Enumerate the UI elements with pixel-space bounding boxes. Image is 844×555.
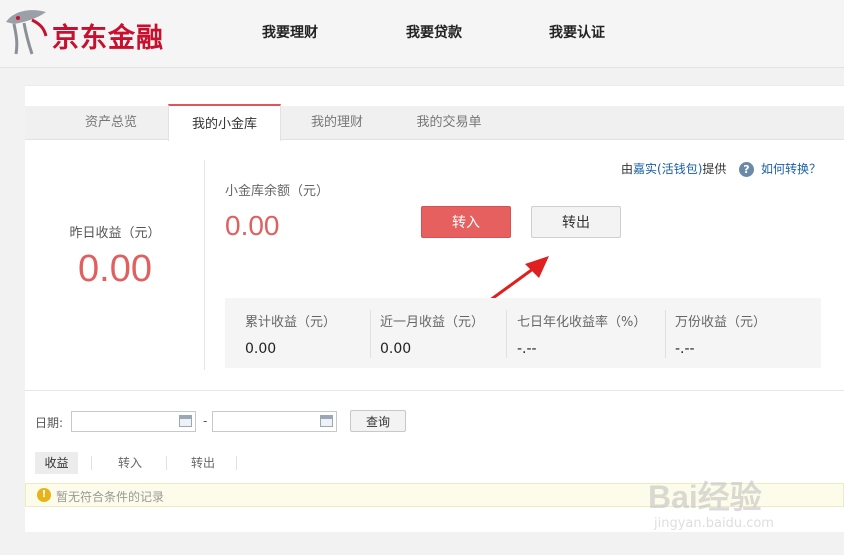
filter-tab-transfer-out[interactable]: 转出 bbox=[181, 452, 225, 474]
vault-balance-value: 0.00 bbox=[225, 210, 280, 241]
stat-value: -.-- bbox=[675, 341, 695, 357]
nav-invest[interactable]: 我要理财 bbox=[262, 22, 318, 42]
filter-tab-divider bbox=[91, 456, 92, 470]
notice-text: 暂无符合条件的记录 bbox=[56, 490, 165, 504]
watermark-url: jingyan.baidu.com bbox=[654, 516, 774, 531]
provider-note: 由嘉实(活钱包)提供 bbox=[621, 160, 726, 177]
date-separator: - bbox=[203, 414, 208, 428]
warning-icon: ! bbox=[37, 488, 51, 502]
query-button[interactable]: 查询 bbox=[350, 410, 406, 432]
yesterday-earnings-panel: 昨日收益（元） 0.00 bbox=[25, 160, 205, 370]
earnings-stats: 累计收益（元） 0.00 近一月收益（元） 0.00 七日年化收益率（%） -.… bbox=[225, 298, 821, 368]
filter-tab-divider bbox=[236, 456, 237, 470]
section-divider bbox=[25, 390, 844, 391]
tab-asset-overview[interactable]: 资产总览 bbox=[53, 106, 169, 140]
filter-tab-transfer-in[interactable]: 转入 bbox=[107, 452, 153, 474]
account-panel: 资产总览 我的小金库 我的理财 我的交易单 昨日收益（元） 0.00 由嘉实(活… bbox=[25, 85, 844, 532]
nav-loan[interactable]: 我要贷款 bbox=[406, 22, 462, 42]
date-to-input[interactable] bbox=[212, 411, 337, 432]
stat-per-ten-thousand: 万份收益（元） -.-- bbox=[655, 298, 805, 368]
logo-mark-icon bbox=[6, 10, 48, 55]
filter-tab-earnings[interactable]: 收益 bbox=[35, 452, 78, 474]
baidu-jingyan-watermark: Bai经验 jingyan.baidu.com bbox=[648, 470, 838, 540]
provider-prefix: 由 bbox=[621, 162, 634, 176]
stat-label: 七日年化收益率（%） bbox=[517, 315, 647, 330]
date-from-input[interactable] bbox=[71, 411, 196, 432]
yesterday-earnings-label: 昨日收益（元） bbox=[69, 226, 161, 241]
yesterday-earnings-value: 0.00 bbox=[78, 248, 152, 290]
nav-verify[interactable]: 我要认证 bbox=[549, 22, 605, 42]
watermark-brand: Bai经验 bbox=[648, 479, 762, 515]
stat-label: 近一月收益（元） bbox=[380, 315, 485, 330]
calendar-icon[interactable] bbox=[320, 415, 333, 427]
stat-label: 累计收益（元） bbox=[245, 315, 337, 330]
logo-text: 京东金融 bbox=[52, 23, 164, 54]
stat-cumulative: 累计收益（元） 0.00 bbox=[225, 298, 370, 368]
how-to-convert-link[interactable]: 如何转换？ bbox=[761, 160, 821, 177]
tab-my-transactions[interactable]: 我的交易单 bbox=[393, 106, 505, 140]
stat-value: 0.00 bbox=[245, 341, 277, 357]
account-tabs: 资产总览 我的小金库 我的理财 我的交易单 bbox=[25, 104, 844, 141]
transfer-out-button[interactable]: 转出 bbox=[531, 206, 621, 238]
stat-value: 0.00 bbox=[380, 341, 412, 357]
tab-small-vault[interactable]: 我的小金库 bbox=[168, 104, 281, 141]
stat-last-month: 近一月收益（元） 0.00 bbox=[360, 298, 505, 368]
filter-tab-divider bbox=[166, 456, 167, 470]
stat-value: -.-- bbox=[517, 341, 537, 357]
stat-seven-day-yield: 七日年化收益率（%） -.-- bbox=[497, 298, 657, 368]
stat-label: 万份收益（元） bbox=[675, 315, 767, 330]
tab-my-investments[interactable]: 我的理财 bbox=[281, 106, 393, 140]
vault-balance-label: 小金库余额（元） bbox=[225, 184, 330, 199]
question-icon[interactable]: ? bbox=[739, 162, 754, 177]
site-header: 京东金融 我要理财 我要贷款 我要认证 bbox=[0, 0, 844, 68]
transfer-in-button[interactable]: 转入 bbox=[421, 206, 511, 238]
provider-suffix: 提供 bbox=[702, 162, 727, 176]
provider-link[interactable]: 嘉实(活钱包) bbox=[633, 162, 702, 176]
calendar-icon[interactable] bbox=[179, 415, 192, 427]
date-label: 日期: bbox=[35, 416, 64, 430]
